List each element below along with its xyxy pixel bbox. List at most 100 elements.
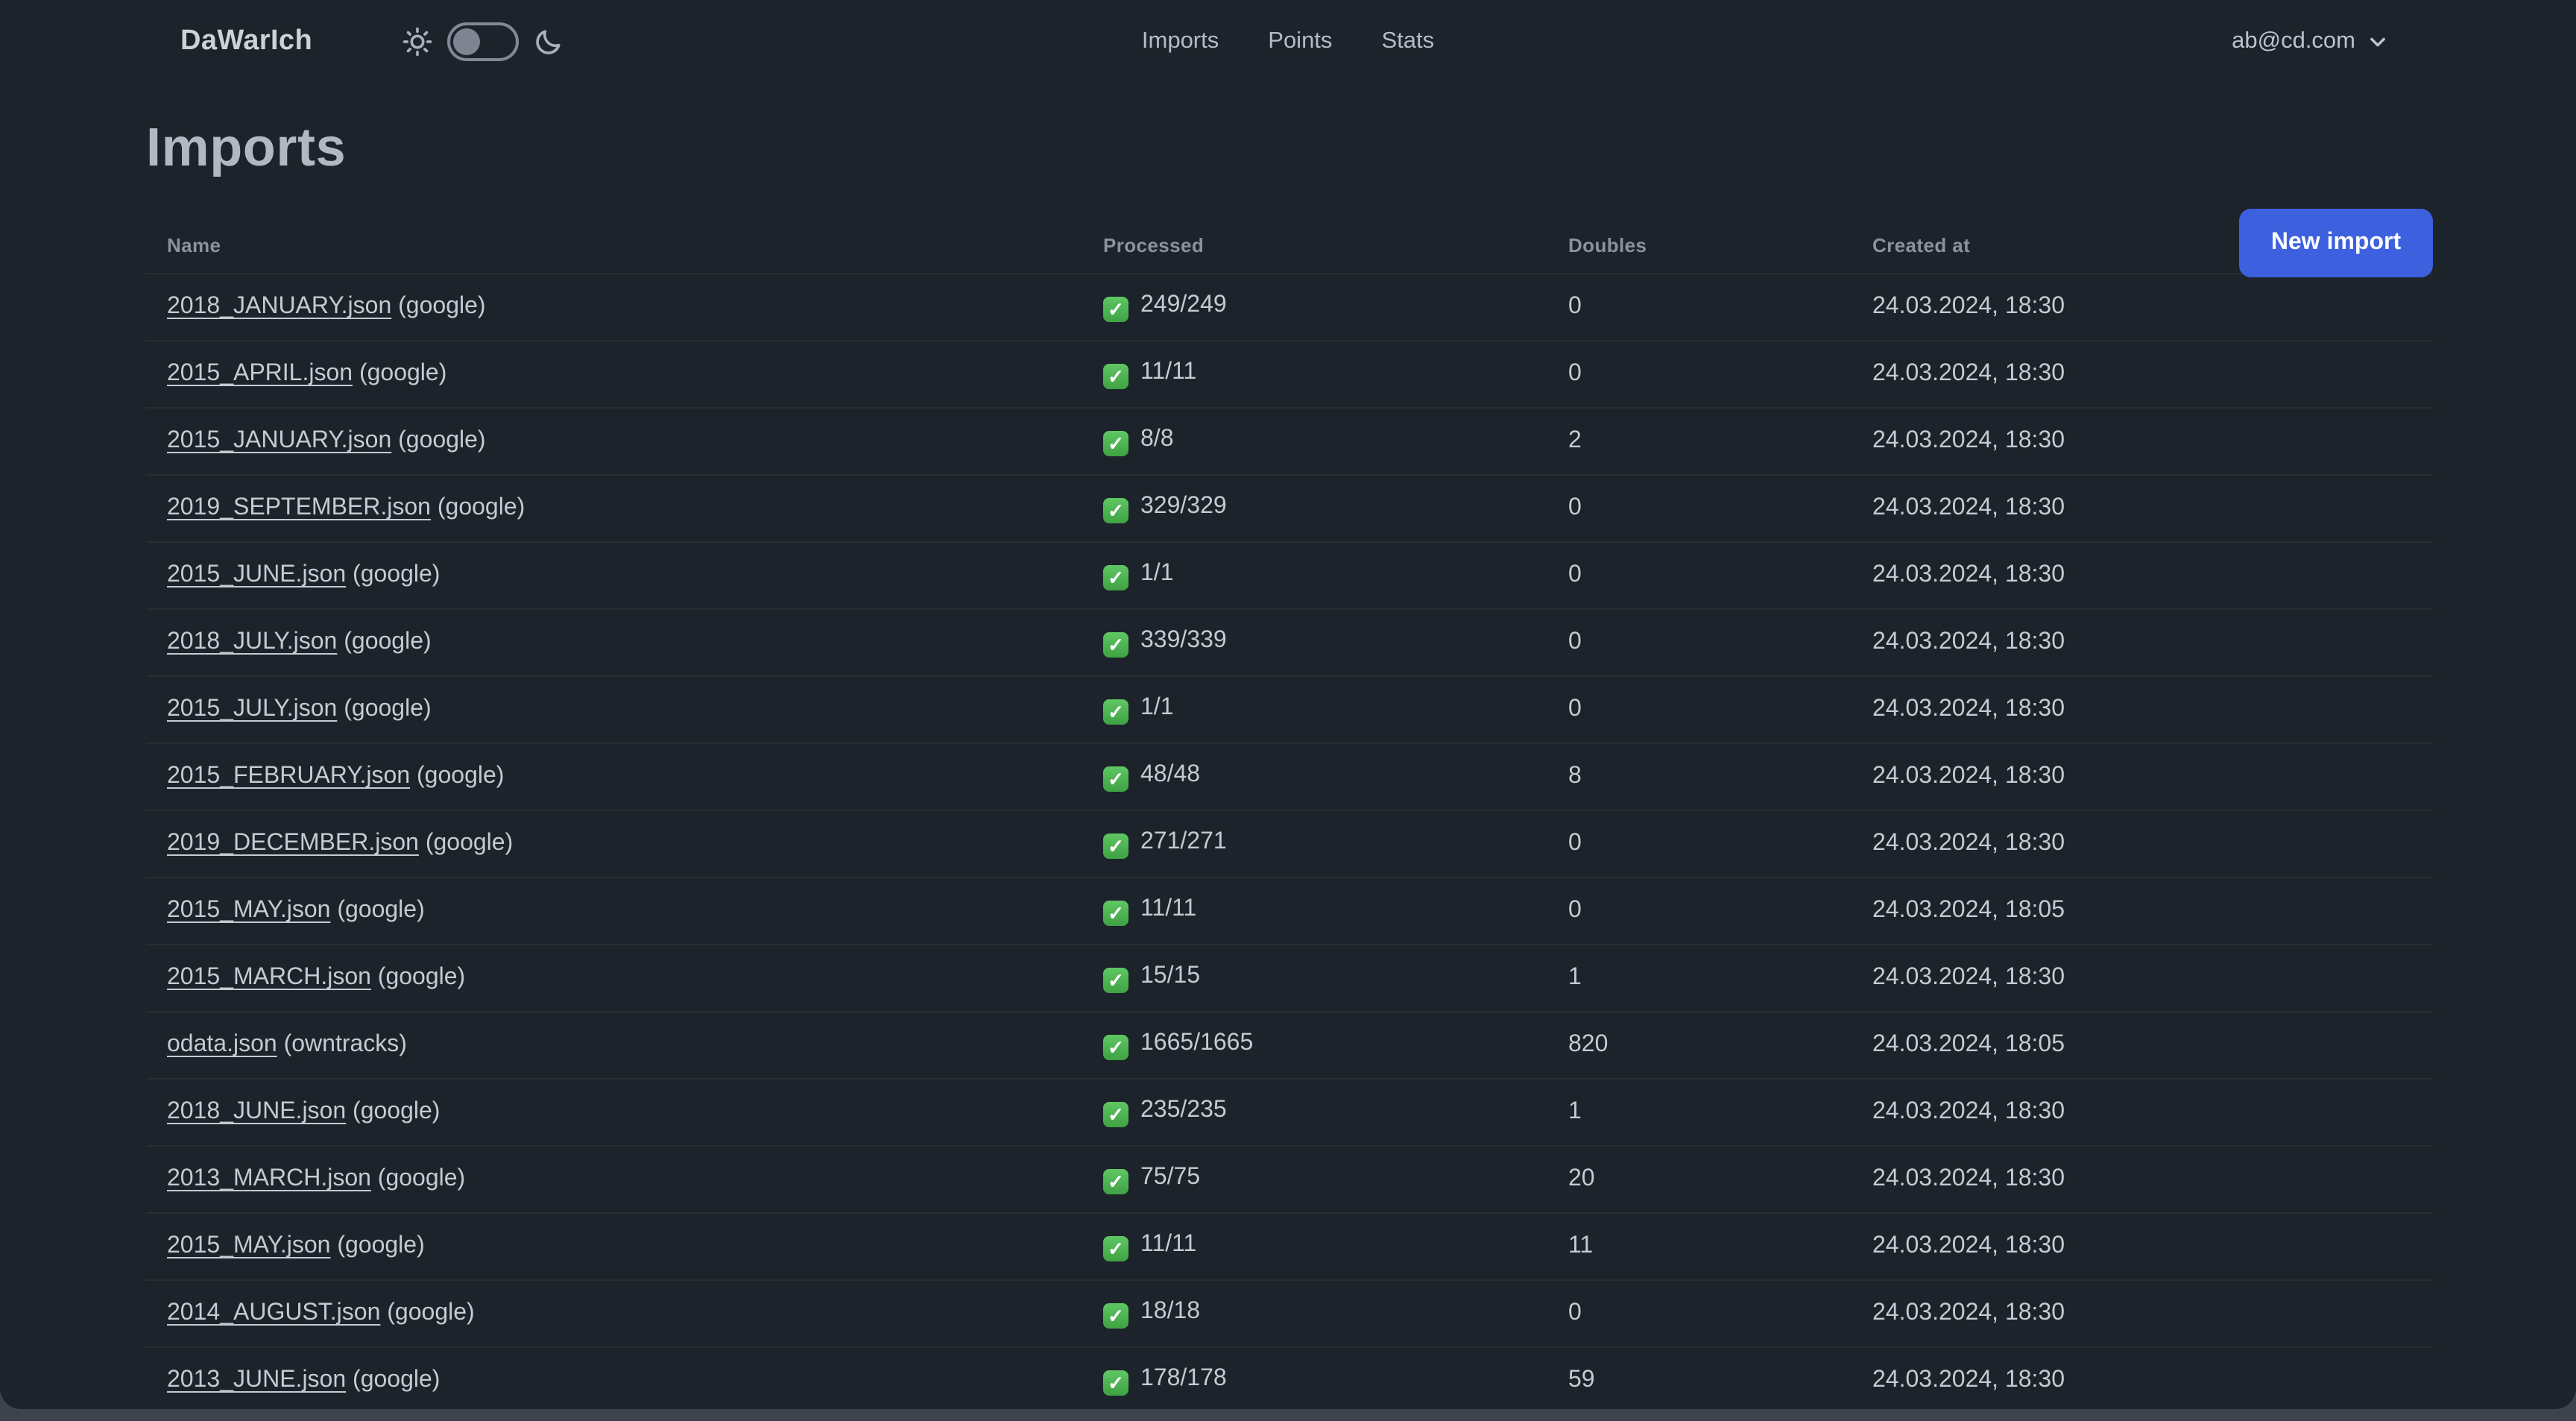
check-icon: ✓ bbox=[1103, 699, 1128, 725]
doubles-cell: 2 bbox=[1568, 428, 1582, 453]
processed-count: 178/178 bbox=[1140, 1366, 1227, 1391]
import-file-link[interactable]: 2014_AUGUST.json bbox=[167, 1300, 380, 1326]
import-source-label: (google) bbox=[370, 965, 466, 990]
check-icon: ✓ bbox=[1103, 431, 1128, 456]
created-at-cell: 24.03.2024, 18:30 bbox=[1872, 1300, 2065, 1326]
doubles-cell: 1 bbox=[1568, 1099, 1582, 1124]
doubles-cell: 11 bbox=[1568, 1233, 1594, 1258]
check-icon: ✓ bbox=[1103, 1303, 1128, 1329]
import-file-link[interactable]: 2015_MARCH.json bbox=[167, 965, 371, 990]
table-row: 2019_SEPTEMBER.json (google) ✓ 329/329 0 24.… bbox=[146, 476, 2433, 543]
created-at-cell: 24.03.2024, 18:30 bbox=[1872, 629, 2065, 655]
processed-cell: ✓ 1/1 bbox=[1103, 695, 1568, 725]
created-at-cell: 24.03.2024, 18:30 bbox=[1872, 361, 2065, 386]
created-at-cell: 24.03.2024, 18:30 bbox=[1872, 696, 2065, 722]
processed-count: 18/18 bbox=[1140, 1299, 1201, 1324]
import-file-link[interactable]: 2015_MAY.json bbox=[167, 1233, 330, 1258]
import-file-link[interactable]: 2015_JULY.json bbox=[167, 696, 337, 722]
import-source-label: (google) bbox=[391, 294, 486, 319]
processed-cell: ✓ 1665/1665 bbox=[1103, 1030, 1568, 1060]
import-source-label: (google) bbox=[337, 696, 432, 722]
created-at-cell: 24.03.2024, 18:05 bbox=[1872, 898, 2065, 923]
account-menu[interactable]: ab@cd.com bbox=[2232, 0, 2388, 84]
import-name-cell: 2019_DECEMBER.json (google) bbox=[167, 831, 1103, 857]
import-source-label: (google) bbox=[391, 428, 486, 453]
processed-count: 11/11 bbox=[1140, 896, 1197, 921]
processed-cell: ✓ 18/18 bbox=[1103, 1299, 1568, 1329]
nav-link-stats[interactable]: Stats bbox=[1381, 28, 1434, 55]
doubles-cell: 0 bbox=[1568, 562, 1582, 587]
processed-cell: ✓ 178/178 bbox=[1103, 1366, 1568, 1396]
processed-count: 11/11 bbox=[1140, 1232, 1197, 1257]
table-row: 2015_JUNE.json (google) ✓ 1/1 0 24.03.2024, … bbox=[146, 543, 2433, 610]
processed-cell: ✓ 235/235 bbox=[1103, 1097, 1568, 1127]
import-name-cell: 2013_MARCH.json (google) bbox=[167, 1166, 1103, 1193]
table-row: 2015_APRIL.json (google) ✓ 11/11 0 24.03.202… bbox=[146, 341, 2433, 409]
table-row: 2019_DECEMBER.json (google) ✓ 271/271 0 24.0… bbox=[146, 811, 2433, 878]
import-file-link[interactable]: 2019_DECEMBER.json bbox=[167, 831, 419, 856]
processed-cell: ✓ 271/271 bbox=[1103, 829, 1568, 859]
processed-count: 249/249 bbox=[1140, 292, 1227, 318]
import-file-link[interactable]: 2015_JUNE.json bbox=[167, 562, 346, 587]
import-file-link[interactable]: 2018_JUNE.json bbox=[167, 1099, 346, 1124]
processed-count: 48/48 bbox=[1140, 762, 1201, 787]
created-at-cell: 24.03.2024, 18:30 bbox=[1872, 1367, 2065, 1393]
processed-count: 8/8 bbox=[1140, 426, 1174, 452]
check-icon: ✓ bbox=[1103, 632, 1128, 658]
check-icon: ✓ bbox=[1103, 364, 1128, 389]
processed-cell: ✓ 11/11 bbox=[1103, 1232, 1568, 1261]
check-icon: ✓ bbox=[1103, 1035, 1128, 1060]
column-header-processed: Processed bbox=[1103, 234, 1205, 256]
imports-table: Name Processed Doubles Created at 2018_J… bbox=[146, 218, 2433, 1409]
import-name-cell: 2015_FEBRUARY.json (google) bbox=[167, 763, 1103, 790]
import-file-link[interactable]: 2015_APRIL.json bbox=[167, 361, 353, 386]
created-at-cell: 24.03.2024, 18:30 bbox=[1872, 831, 2065, 856]
doubles-cell: 0 bbox=[1568, 831, 1582, 856]
import-name-cell: 2013_JUNE.json (google) bbox=[167, 1367, 1103, 1394]
import-source-label: (google) bbox=[330, 898, 425, 923]
import-name-cell: 2018_JULY.json (google) bbox=[167, 629, 1103, 656]
import-file-link[interactable]: 2013_MARCH.json bbox=[167, 1166, 371, 1191]
doubles-cell: 0 bbox=[1568, 696, 1582, 722]
created-at-cell: 24.03.2024, 18:30 bbox=[1872, 1166, 2065, 1191]
import-file-link[interactable]: 2015_FEBRUARY.json bbox=[167, 763, 410, 789]
check-icon: ✓ bbox=[1103, 498, 1128, 523]
check-icon: ✓ bbox=[1103, 901, 1128, 926]
import-source-label: (google) bbox=[380, 1300, 475, 1326]
theme-toggle[interactable] bbox=[447, 22, 519, 61]
table-row: 2015_JANUARY.json (google) ✓ 8/8 2 24.03.202… bbox=[146, 409, 2433, 476]
import-source-label: (owntracks) bbox=[277, 1032, 407, 1057]
check-icon: ✓ bbox=[1103, 1370, 1128, 1396]
import-file-link[interactable]: 2019_SEPTEMBER.json bbox=[167, 495, 431, 520]
import-file-link[interactable]: 2015_JANUARY.json bbox=[167, 428, 391, 453]
import-file-link[interactable]: 2015_MAY.json bbox=[167, 898, 330, 923]
account-email: ab@cd.com bbox=[2232, 28, 2355, 54]
import-name-cell: 2019_SEPTEMBER.json (google) bbox=[167, 495, 1103, 522]
table-row: 2018_JANUARY.json (google) ✓ 249/249 0 24.03… bbox=[146, 274, 2433, 341]
page-title: Imports bbox=[146, 116, 347, 177]
doubles-cell: 8 bbox=[1568, 763, 1582, 789]
check-icon: ✓ bbox=[1103, 1169, 1128, 1194]
import-file-link[interactable]: 2018_JULY.json bbox=[167, 629, 337, 655]
import-name-cell: 2015_MAY.json (google) bbox=[167, 898, 1103, 924]
table-row: 2013_MARCH.json (google) ✓ 75/75 20 24.03.20… bbox=[146, 1147, 2433, 1214]
processed-cell: ✓ 75/75 bbox=[1103, 1165, 1568, 1194]
import-name-cell: 2015_JULY.json (google) bbox=[167, 696, 1103, 723]
new-import-button[interactable]: New import bbox=[2239, 209, 2433, 277]
doubles-cell: 0 bbox=[1568, 629, 1582, 655]
import-source-label: (google) bbox=[430, 495, 525, 520]
import-name-cell: 2015_JUNE.json (google) bbox=[167, 562, 1103, 589]
nav-link-imports[interactable]: Imports bbox=[1142, 28, 1219, 55]
import-source-label: (google) bbox=[346, 1099, 441, 1124]
navbar: DaWarIch Imports Points Stats ab@cd.com bbox=[0, 0, 2576, 84]
app-logo[interactable]: DaWarIch bbox=[180, 25, 312, 58]
nav-link-points[interactable]: Points bbox=[1268, 28, 1332, 55]
import-source-label: (google) bbox=[410, 763, 505, 789]
import-file-link[interactable]: 2013_JUNE.json bbox=[167, 1367, 346, 1393]
import-file-link[interactable]: odata.json bbox=[167, 1032, 277, 1057]
processed-count: 271/271 bbox=[1140, 829, 1227, 854]
doubles-cell: 0 bbox=[1568, 898, 1582, 923]
import-file-link[interactable]: 2018_JANUARY.json bbox=[167, 294, 391, 319]
check-icon: ✓ bbox=[1103, 1236, 1128, 1261]
check-icon: ✓ bbox=[1103, 834, 1128, 859]
